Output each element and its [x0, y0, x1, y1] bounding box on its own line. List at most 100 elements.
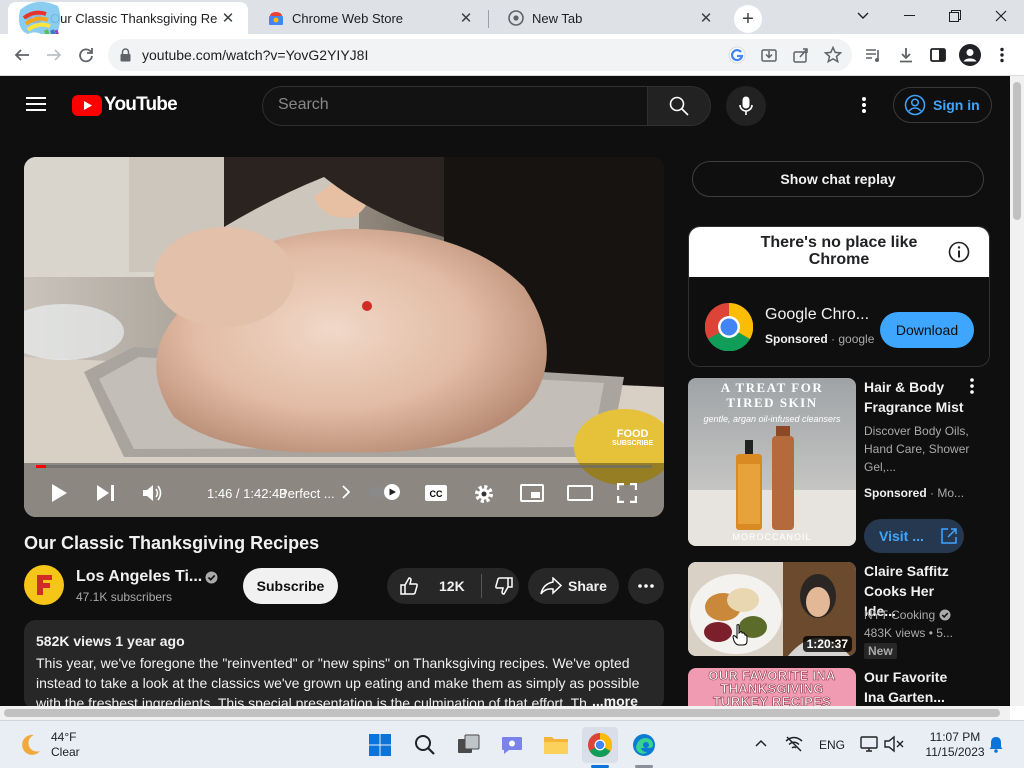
autoplay-toggle[interactable] — [368, 483, 404, 501]
thumbs-down-icon[interactable] — [494, 576, 514, 596]
claire-saffitz-thumbnail[interactable]: 1:20:37 — [688, 562, 856, 656]
tab-close-icon[interactable]: ✕ — [696, 8, 716, 28]
fullscreen-icon[interactable] — [617, 483, 637, 503]
chapter-chevron-icon[interactable] — [342, 485, 350, 499]
thumbs-up-icon[interactable] — [399, 576, 419, 596]
youtube-play-logo-icon — [72, 94, 102, 116]
video-duration: 1:20:37 — [802, 636, 852, 652]
url-text: youtube.com/watch?v=YovG2YIYJ8I — [142, 47, 369, 63]
chrome-logo-icon — [705, 303, 753, 351]
sponsored-item-title[interactable]: Hair & Body Fragrance Mist — [864, 377, 969, 417]
task-view-icon[interactable] — [451, 727, 487, 763]
chapter-title[interactable]: Perfect ... — [279, 486, 335, 501]
theater-mode-icon[interactable] — [567, 485, 593, 501]
miniplayer-icon[interactable] — [520, 484, 544, 502]
recommended-video-title[interactable]: Our Favorite Ina Garten... — [864, 667, 969, 706]
address-bar[interactable]: youtube.com/watch?v=YovG2YIYJ8I — [108, 39, 852, 71]
show-hidden-icons-chevron-icon[interactable] — [755, 739, 767, 747]
install-app-icon[interactable] — [760, 46, 778, 64]
input-language[interactable]: ENG — [819, 738, 845, 752]
vertical-scrollbar[interactable] — [1010, 76, 1024, 706]
description-box[interactable]: 582K views 1 year ago This year, we've f… — [24, 620, 664, 710]
sign-in-button[interactable]: Sign in — [893, 87, 992, 123]
ad-banner: There's no place like Chrome — [689, 227, 989, 277]
new-tab-button[interactable]: + — [734, 5, 762, 33]
clock[interactable]: 11:07 PM 11/15/2023 — [916, 730, 994, 760]
subscriber-count: 47.1K subscribers — [76, 590, 173, 604]
channel-avatar[interactable] — [24, 565, 64, 605]
hamburger-menu-icon[interactable] — [26, 96, 46, 112]
tab-close-icon[interactable]: ✕ — [218, 8, 238, 28]
la-times-logo-icon — [37, 575, 52, 595]
search-button[interactable] — [647, 86, 711, 126]
horizontal-scrollbar-thumb[interactable] — [4, 709, 1000, 717]
ina-garten-thumbnail[interactable]: OUR FAVORITE INA THANKSGIVING TURKEY REC… — [688, 668, 856, 706]
weather-widget[interactable]: 44°F Clear — [51, 730, 80, 760]
youtube-logo[interactable]: YouTube — [72, 94, 178, 116]
voice-search-button[interactable] — [726, 86, 766, 126]
chrome-ad-card[interactable]: There's no place like Chrome Google Chro… — [688, 226, 990, 367]
edge-taskbar-icon[interactable] — [626, 727, 662, 763]
display-icon[interactable] — [860, 735, 878, 753]
side-panel-icon[interactable] — [926, 43, 950, 67]
bookmark-star-icon[interactable] — [824, 46, 842, 64]
tab-close-icon[interactable]: ✕ — [456, 8, 476, 28]
restore-icon[interactable] — [932, 0, 978, 32]
video-time: 1:46 / 1:42:43 — [207, 486, 287, 501]
minimize-icon[interactable] — [886, 0, 932, 32]
moon-weather-icon[interactable] — [18, 733, 42, 757]
settings-gear-icon[interactable] — [473, 483, 495, 505]
close-window-icon[interactable] — [978, 0, 1024, 32]
windows-start-icon[interactable] — [362, 727, 398, 763]
teams-chat-icon[interactable] — [494, 727, 530, 763]
chrome-menu-icon[interactable] — [990, 43, 1014, 67]
moroccanoil-ad-thumbnail[interactable]: A TREAT FOR TIRED SKIN gentle, argan oil… — [688, 378, 856, 546]
back-arrow-icon[interactable] — [10, 43, 34, 67]
forward-arrow-icon[interactable] — [42, 43, 66, 67]
item-menu-icon[interactable] — [970, 378, 974, 394]
download-button[interactable]: Download — [880, 312, 974, 348]
volume-icon[interactable] — [142, 483, 164, 503]
search-icon — [669, 96, 689, 116]
tab-search-chevron-icon[interactable] — [840, 0, 886, 32]
chrome-taskbar-icon[interactable] — [582, 727, 618, 763]
captions-icon[interactable]: CC — [424, 484, 448, 502]
tab-chrome-web-store[interactable]: Chrome Web Store ✕ — [250, 2, 486, 34]
video-player[interactable]: FOOD SUBSCRIBE 1:46 / 1:42:43 Perfect ..… — [24, 157, 664, 517]
google-translate-icon[interactable] — [728, 46, 746, 64]
subscribe-button[interactable]: Subscribe — [243, 568, 338, 604]
file-explorer-icon[interactable] — [538, 727, 574, 763]
share-label: Share — [568, 578, 607, 594]
ad-title[interactable]: Google Chro... — [765, 306, 869, 324]
sponsored-item-description: Discover Body Oils, Hand Care, Shower Ge… — [864, 424, 970, 474]
reload-icon[interactable] — [74, 43, 98, 67]
network-disconnected-icon[interactable] — [785, 736, 803, 752]
ad-sponsor-line: Sponsored · google — [765, 332, 875, 346]
horizontal-scrollbar[interactable] — [0, 706, 1010, 720]
media-controls-icon[interactable] — [862, 43, 886, 67]
notification-bell-icon[interactable] — [989, 736, 1003, 753]
speaker-muted-icon[interactable] — [884, 735, 904, 753]
clock-date: 11/15/2023 — [925, 745, 985, 759]
downloads-icon[interactable] — [894, 43, 918, 67]
like-count[interactable]: 12K — [439, 578, 465, 594]
info-icon[interactable] — [948, 241, 970, 263]
next-video-icon[interactable] — [96, 484, 116, 502]
play-icon[interactable] — [50, 483, 68, 503]
more-actions-button[interactable] — [628, 568, 664, 604]
show-chat-replay-button[interactable]: Show chat replay — [692, 161, 984, 197]
settings-more-icon[interactable] — [862, 96, 866, 114]
vertical-scrollbar-thumb[interactable] — [1013, 82, 1021, 220]
profile-avatar-icon[interactable] — [958, 43, 982, 67]
channel-name[interactable]: Los Angeles Ti... — [76, 568, 202, 586]
verified-badge-icon — [205, 571, 218, 584]
recommended-channel[interactable]: NYT Cooking — [864, 606, 935, 624]
search-input[interactable]: Search — [262, 86, 648, 126]
share-page-icon[interactable] — [792, 46, 810, 64]
taskbar-search-icon[interactable] — [407, 727, 443, 763]
share-button[interactable]: Share — [528, 568, 619, 604]
visit-site-button[interactable]: Visit ... — [864, 519, 964, 553]
new-badge: New — [864, 643, 897, 659]
tab-new-tab[interactable]: New Tab ✕ — [490, 2, 726, 34]
lock-icon[interactable] — [120, 48, 131, 62]
